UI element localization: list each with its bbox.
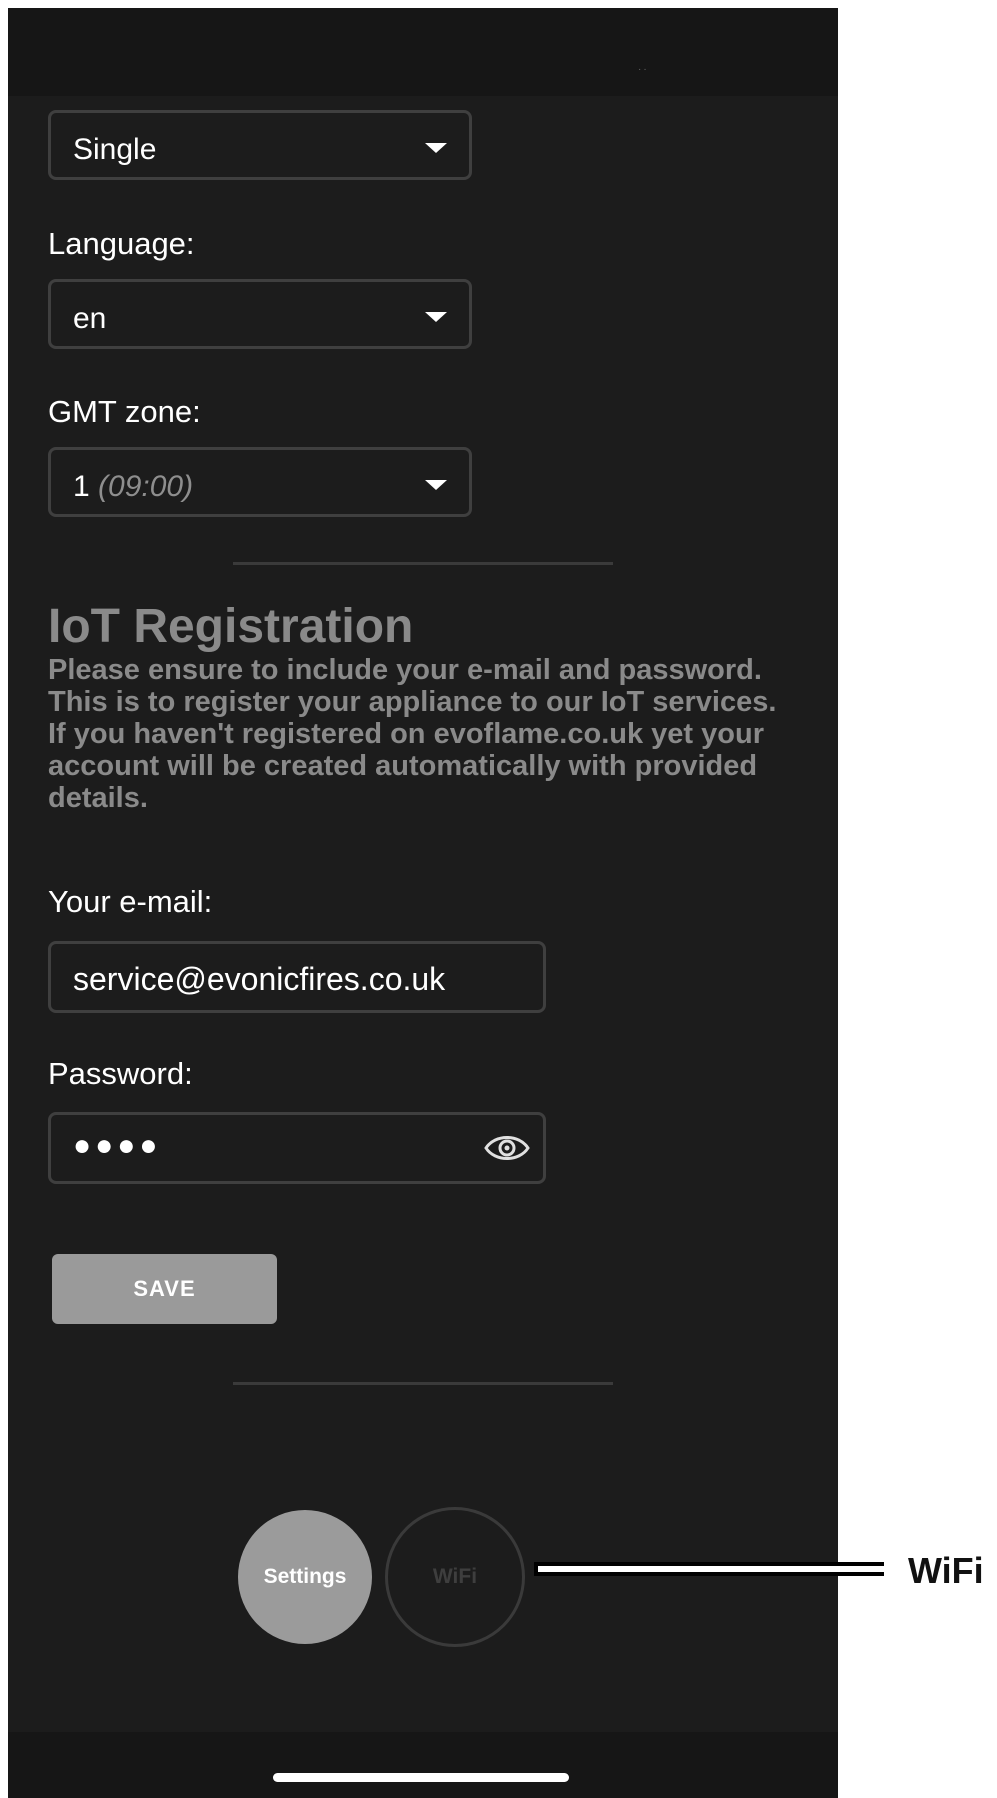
home-indicator[interactable] [273,1773,569,1782]
iot-registration-title: IoT Registration [48,600,414,653]
top-bar: ·· [8,8,838,96]
gmt-zone-select-value: 1 (09:00) [73,470,193,504]
language-label: Language: [48,226,195,261]
gmt-zone-number: 1 [73,470,90,503]
iot-description-paragraph: Please ensure to include your e-mail and… [48,654,777,718]
gmt-zone-select[interactable]: 1 (09:00) [48,447,472,517]
app-screen: ·· Single Language: en GMT zone: 1 (09:0… [8,8,838,1798]
chevron-down-icon [425,312,447,322]
bottom-safe-area [8,1732,838,1798]
password-label: Password: [48,1056,193,1091]
email-field-value: service@evonicfires.co.uk [73,961,446,997]
section-divider [233,562,613,565]
gmt-zone-label: GMT zone: [48,394,201,429]
wifi-tab-button[interactable]: WiFi [385,1507,525,1647]
callout-line-fill [538,1566,884,1572]
mode-select-value: Single [73,133,157,166]
password-field-value: ●●●● [73,1129,162,1162]
mode-select[interactable]: Single [48,110,472,180]
email-label: Your e-mail: [48,884,213,919]
eye-icon[interactable] [483,1129,531,1167]
language-select[interactable]: en [48,279,472,349]
language-select-value: en [73,302,107,335]
chevron-down-icon [425,480,447,490]
status-dots: ·· [638,64,649,75]
callout-label: WiFi [908,1550,984,1591]
chevron-down-icon [425,143,447,153]
settings-tab-button[interactable]: Settings [238,1510,372,1644]
iot-registration-description: Please ensure to include your e-mail and… [48,654,788,814]
email-field[interactable]: service@evonicfires.co.uk [48,941,546,1013]
gmt-zone-time-hint: (09:00) [98,470,194,503]
password-field[interactable]: ●●●● [48,1112,546,1184]
iot-description-paragraph: If you haven't registered on evoflame.co… [48,718,764,814]
save-button[interactable]: SAVE [52,1254,277,1324]
section-divider [233,1382,613,1385]
